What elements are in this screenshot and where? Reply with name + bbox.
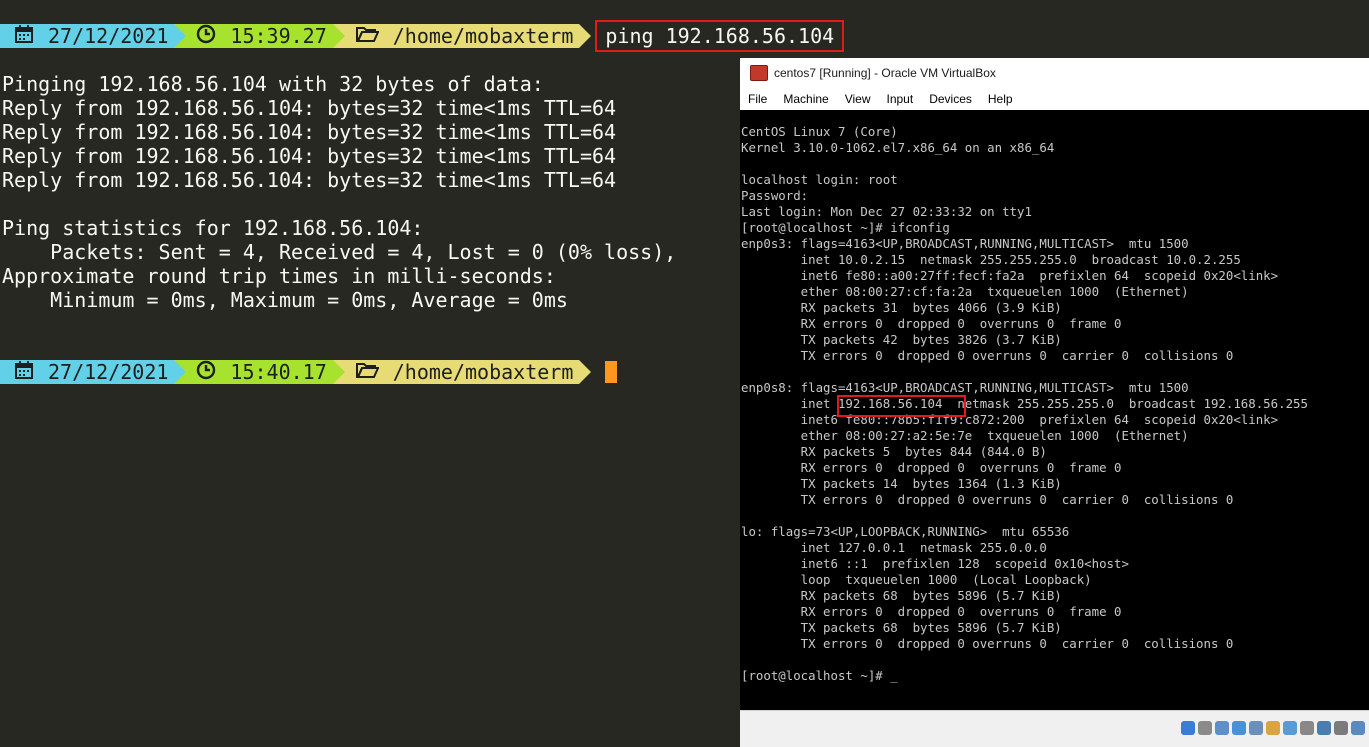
console-line: inet 127.0.0.1 netmask 255.0.0.0 [741,540,1047,555]
console-line: ether 08:00:27:a2:5e:7e txqueuelen 1000 … [741,428,1189,443]
console-line: Last login: Mon Dec 27 02:33:32 on tty1 [741,204,1032,219]
folder-icon [355,24,380,49]
console-line: Kernel 3.10.0-1062.el7.x86_64 on an x86_… [741,140,1055,155]
menu-file[interactable]: File [740,92,775,106]
shared-folders-icon[interactable] [1266,721,1280,735]
calendar-icon [14,360,34,385]
prompt-line-1: 27/12/2021 15:39.27 /home/mobaxterm ping… [0,20,845,52]
date-segment: 27/12/2021 [0,360,175,385]
vm-status-bar [740,710,1369,747]
status-icons [1181,721,1365,735]
console-line: TX packets 42 bytes 3826 (3.7 KiB) [741,332,1062,347]
console-line: TX errors 0 dropped 0 overruns 0 carrier… [741,348,1234,363]
console-line: inet6 ::1 prefixlen 128 scopeid 0x10<hos… [741,556,1129,571]
prompt-path: /home/mobaxterm [392,360,574,384]
console-line: RX errors 0 dropped 0 overruns 0 frame 0 [741,460,1122,475]
console-line: CentOS Linux 7 (Core) [741,124,898,139]
console-line: localhost login: root [741,172,898,187]
highlighted-command: ping 192.168.56.104 [595,20,845,52]
virtualbox-logo-icon [750,65,768,81]
console-line: inet 10.0.2.15 netmask 255.255.255.0 bro… [741,252,1241,267]
console-line: Password: [741,188,809,203]
console-line: TX errors 0 dropped 0 overruns 0 carrier… [741,636,1234,651]
terminal-output-line: Pinging 192.168.56.104 with 32 bytes of … [2,72,544,96]
vm-console[interactable]: CentOS Linux 7 (Core) Kernel 3.10.0-1062.… [740,110,1369,711]
prompt-date: 27/12/2021 [48,360,169,384]
menu-machine[interactable]: Machine [775,92,836,106]
terminal-output-line: Reply from 192.168.56.104: bytes=32 time… [2,96,617,120]
path-segment: /home/mobaxterm [344,24,580,49]
prompt-time: 15:39.27 [230,24,327,48]
menu-help[interactable]: Help [980,92,1021,106]
console-line: RX errors 0 dropped 0 overruns 0 frame 0 [741,604,1122,619]
network-icon[interactable] [1232,721,1246,735]
console-line: TX errors 0 dropped 0 overruns 0 carrier… [741,492,1234,507]
console-line: RX errors 0 dropped 0 overruns 0 frame 0 [741,316,1122,331]
clock-icon [196,24,216,49]
console-output: CentOS Linux 7 (Core) Kernel 3.10.0-1062.… [740,110,1369,684]
console-line: ether 08:00:27:cf:fa:2a txqueuelen 1000 … [741,284,1189,299]
command-text: ping 192.168.56.104 [605,24,835,48]
terminal-output-line: Reply from 192.168.56.104: bytes=32 time… [2,120,617,144]
menu-input[interactable]: Input [879,92,922,106]
menu-devices[interactable]: Devices [921,92,980,106]
prompt-line-2: 27/12/2021 15:40.17 /home/mobaxterm [0,360,618,385]
usb-icon[interactable] [1249,721,1263,735]
time-segment: 15:40.17 [186,360,333,385]
audio-icon[interactable] [1215,721,1229,735]
highlighted-ip-box [837,395,966,417]
console-line: lo: flags=73<UP,LOOPBACK,RUNNING> mtu 65… [741,524,1070,539]
console-line: enp0s3: flags=4163<UP,BROADCAST,RUNNING,… [741,236,1189,251]
window-titlebar[interactable]: centos7 [Running] - Oracle VM VirtualBox [740,58,1369,88]
terminal-output-line: Ping statistics for 192.168.56.104: [2,216,424,240]
hdd-icon[interactable] [1181,721,1195,735]
terminal-output: Pinging 192.168.56.104 with 32 bytes of … [2,72,676,312]
terminal-output-line: Approximate round trip times in milli-se… [2,264,556,288]
display-icon[interactable] [1283,721,1297,735]
terminal-output-line: Reply from 192.168.56.104: bytes=32 time… [2,168,617,192]
virtualbox-window[interactable]: centos7 [Running] - Oracle VM VirtualBox… [740,58,1369,747]
console-line: inet6 fe80::a00:27ff:fecf:fa2a prefixlen… [741,268,1279,283]
menu-view[interactable]: View [837,92,879,106]
terminal-output-line: Packets: Sent = 4, Received = 4, Lost = … [2,240,677,264]
console-line: [root@localhost ~]# _ [741,668,898,683]
console-line: RX packets 68 bytes 5896 (5.7 KiB) [741,588,1062,603]
console-line: TX packets 68 bytes 5896 (5.7 KiB) [741,620,1062,635]
prompt-time: 15:40.17 [230,360,327,384]
console-line: inet 192.168.56.104 netmask 255.255.255.… [741,396,1308,411]
console-line: loop txqueuelen 1000 (Local Loopback) [741,572,1092,587]
clock-icon [196,360,216,385]
console-line: enp0s8: flags=4163<UP,BROADCAST,RUNNING,… [741,380,1189,395]
path-segment: /home/mobaxterm [344,360,580,385]
prompt-date: 27/12/2021 [48,24,169,48]
time-segment: 15:39.27 [186,24,333,49]
cpu-icon[interactable] [1317,721,1331,735]
prompt-path: /home/mobaxterm [392,24,574,48]
console-line: RX packets 31 bytes 4066 (3.9 KiB) [741,300,1062,315]
folder-icon [355,360,380,385]
date-segment: 27/12/2021 [0,24,175,49]
console-line: RX packets 5 bytes 844 (844.0 B) [741,444,1047,459]
console-line: inet6 fe80::78b5:f1f9:c872:200 prefixlen… [741,412,1279,427]
terminal-output-line: Minimum = 0ms, Maximum = 0ms, Average = … [2,288,568,312]
mouse-icon[interactable] [1334,721,1348,735]
menu-bar: File Machine View Input Devices Help [740,88,1369,111]
terminal-output-line: Reply from 192.168.56.104: bytes=32 time… [2,144,617,168]
recording-icon[interactable] [1300,721,1314,735]
window-title: centos7 [Running] - Oracle VM VirtualBox [774,66,996,80]
console-line: TX packets 14 bytes 1364 (1.3 KiB) [741,476,1062,491]
calendar-icon [14,24,34,49]
optical-disc-icon[interactable] [1198,721,1212,735]
terminal-cursor [605,361,618,383]
console-line: [root@localhost ~]# ifconfig [741,220,950,235]
keyboard-icon[interactable] [1351,721,1365,735]
